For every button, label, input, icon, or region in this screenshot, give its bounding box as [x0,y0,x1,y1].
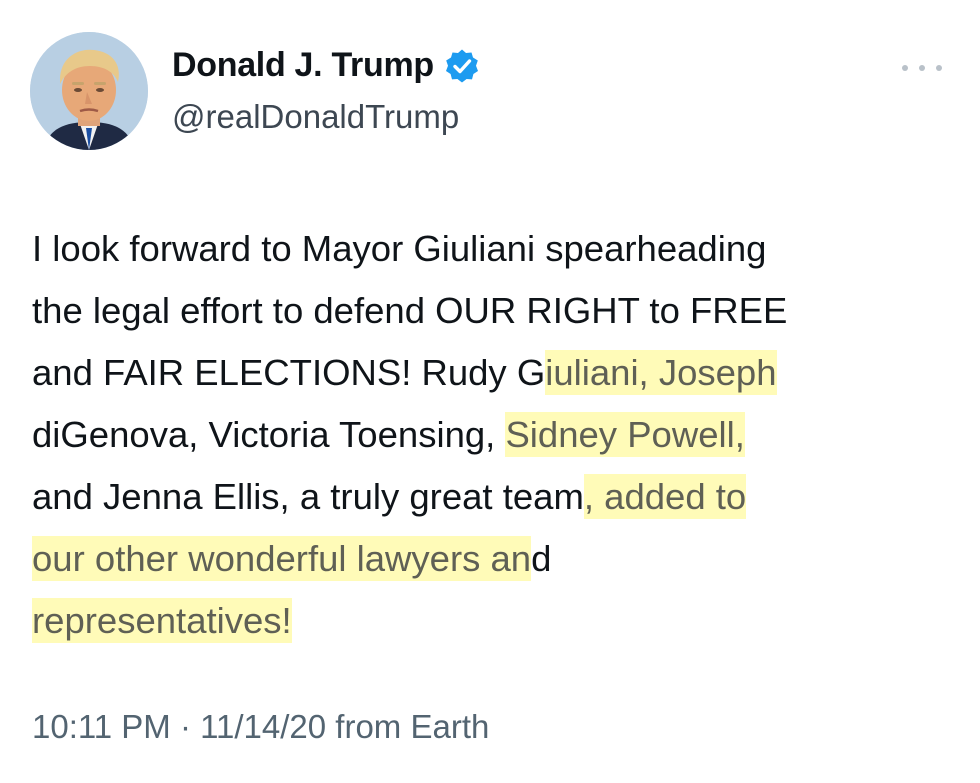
tweet-line: our other wonderful lawyers and [32,528,962,590]
tweet-text-segment: diGenova, Victoria Toensing, [32,414,506,455]
more-horizontal-icon [936,65,942,71]
tweet-text-segment: d [531,538,552,579]
author-handle[interactable]: @realDonaldTrump [172,98,459,136]
highlighted-text: , added to [583,474,747,519]
tweet-line: I look forward to Mayor Giuliani spearhe… [32,218,962,280]
tweet-line: and FAIR ELECTIONS! Rudy Giuliani, Josep… [32,342,962,404]
more-horizontal-icon [902,65,908,71]
author-avatar[interactable] [30,32,148,150]
more-horizontal-icon [919,65,925,71]
more-options-button[interactable] [902,58,942,78]
tweet-text: I look forward to Mayor Giuliani spearhe… [32,218,962,652]
highlighted-text: our other wonderful lawyers an [32,536,532,581]
tweet-text-segment: I look forward to Mayor Giuliani spearhe… [32,228,767,269]
highlighted-text: Sidney Powell, [505,412,745,457]
highlighted-text: representatives! [32,598,292,643]
tweet-text-segment: and Jenna Ellis, a truly great team [32,476,584,517]
verified-badge-icon [444,48,480,84]
tweet-timestamp[interactable]: 10:11 PM · 11/14/20 from Earth [32,708,489,746]
tweet-line: and Jenna Ellis, a truly great team, add… [32,466,962,528]
highlighted-text: iuliani, Joseph [545,350,777,395]
tweet-line: the legal effort to defend OUR RIGHT to … [32,280,962,342]
tweet-line: diGenova, Victoria Toensing, Sidney Powe… [32,404,962,466]
tweet-text-segment: and FAIR ELECTIONS! Rudy G [32,352,546,393]
author-display-name[interactable]: Donald J. Trump [172,46,434,85]
avatar-image [30,32,148,150]
tweet-card: Donald J. Trump @realDonaldTrump I look … [0,0,980,783]
tweet-line: representatives! [32,590,962,652]
author-name-row: Donald J. Trump [172,46,480,85]
tweet-text-segment: the legal effort to defend OUR RIGHT to … [32,290,788,331]
